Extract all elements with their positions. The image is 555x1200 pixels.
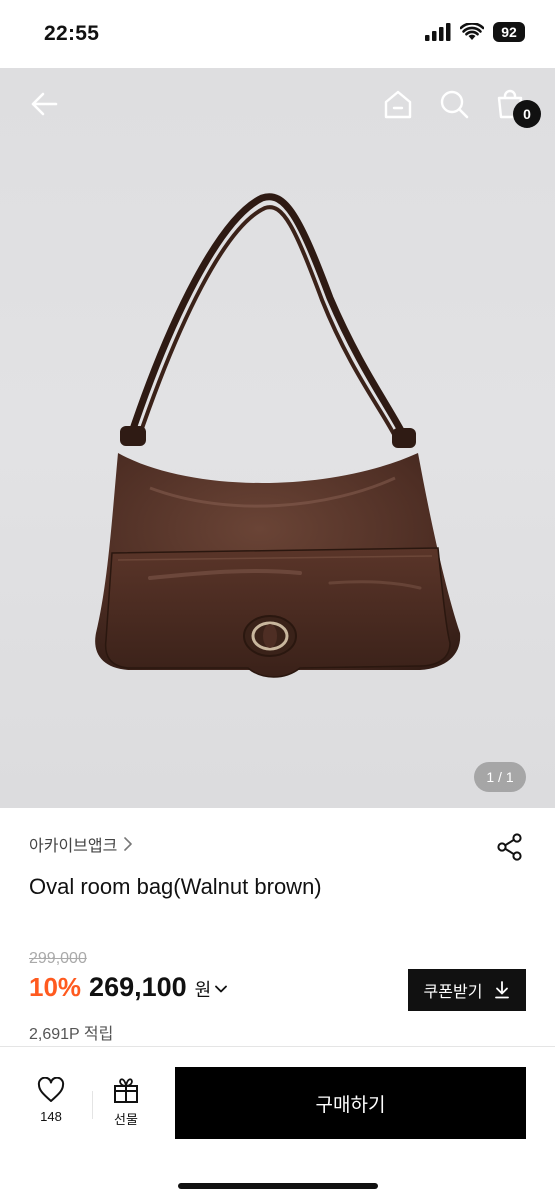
discount-rate: 10% — [29, 972, 82, 1002]
back-button[interactable] — [26, 86, 62, 122]
chevron-down-icon — [215, 985, 228, 993]
brand-link[interactable]: 아카이브앱크 — [29, 832, 133, 856]
signal-icon — [425, 23, 451, 41]
gift-label: 선물 — [114, 1112, 138, 1127]
original-price: 299,000 — [29, 950, 87, 967]
product-name: Oval room bag(Walnut brown) — [29, 874, 322, 899]
sale-price: 269,100 — [89, 972, 187, 1002]
reward-points: 2,691P 적립 — [29, 1026, 114, 1043]
download-icon — [495, 981, 510, 999]
divider — [92, 1091, 93, 1119]
status-bar: 22:55 92 — [0, 0, 555, 68]
share-icon — [497, 833, 522, 861]
search-icon — [440, 90, 469, 119]
buy-button[interactable]: 구매하기 — [175, 1067, 526, 1139]
status-time: 22:55 — [44, 22, 100, 45]
cart-count-badge: 0 — [513, 100, 541, 128]
bottom-action-bar: 148 선물 구매하기 — [0, 1046, 555, 1200]
wifi-icon — [460, 23, 484, 40]
coupon-download-button[interactable]: 쿠폰받기 — [408, 969, 526, 1011]
product-image[interactable] — [0, 68, 555, 808]
bag-illustration — [95, 193, 461, 678]
status-icons: 92 — [425, 22, 525, 42]
heart-icon — [37, 1077, 65, 1102]
wishlist-button[interactable]: 148 — [22, 1077, 80, 1137]
wishlist-count: 148 — [40, 1109, 62, 1124]
home-indicator — [178, 1183, 378, 1189]
gift-icon — [114, 1078, 138, 1103]
gift-button[interactable]: 선물 — [100, 1077, 152, 1137]
top-nav: 0 — [0, 68, 555, 140]
currency-unit: 원 — [194, 980, 212, 1000]
chevron-right-icon — [124, 837, 133, 851]
price-detail-toggle[interactable]: 원 — [195, 976, 228, 1002]
search-button[interactable] — [436, 86, 472, 122]
image-counter: 1 / 1 — [474, 762, 526, 792]
brand-name: 아카이브앱크 — [29, 838, 118, 855]
home-icon — [384, 90, 412, 119]
share-button[interactable] — [495, 832, 525, 862]
coupon-label: 쿠폰받기 — [423, 984, 483, 1001]
back-arrow-icon — [31, 92, 58, 116]
cart-button[interactable]: 0 — [492, 86, 541, 128]
home-button[interactable] — [380, 86, 416, 122]
price-row: 10% 269,100 원 — [29, 972, 228, 1003]
battery-indicator: 92 — [493, 22, 525, 42]
